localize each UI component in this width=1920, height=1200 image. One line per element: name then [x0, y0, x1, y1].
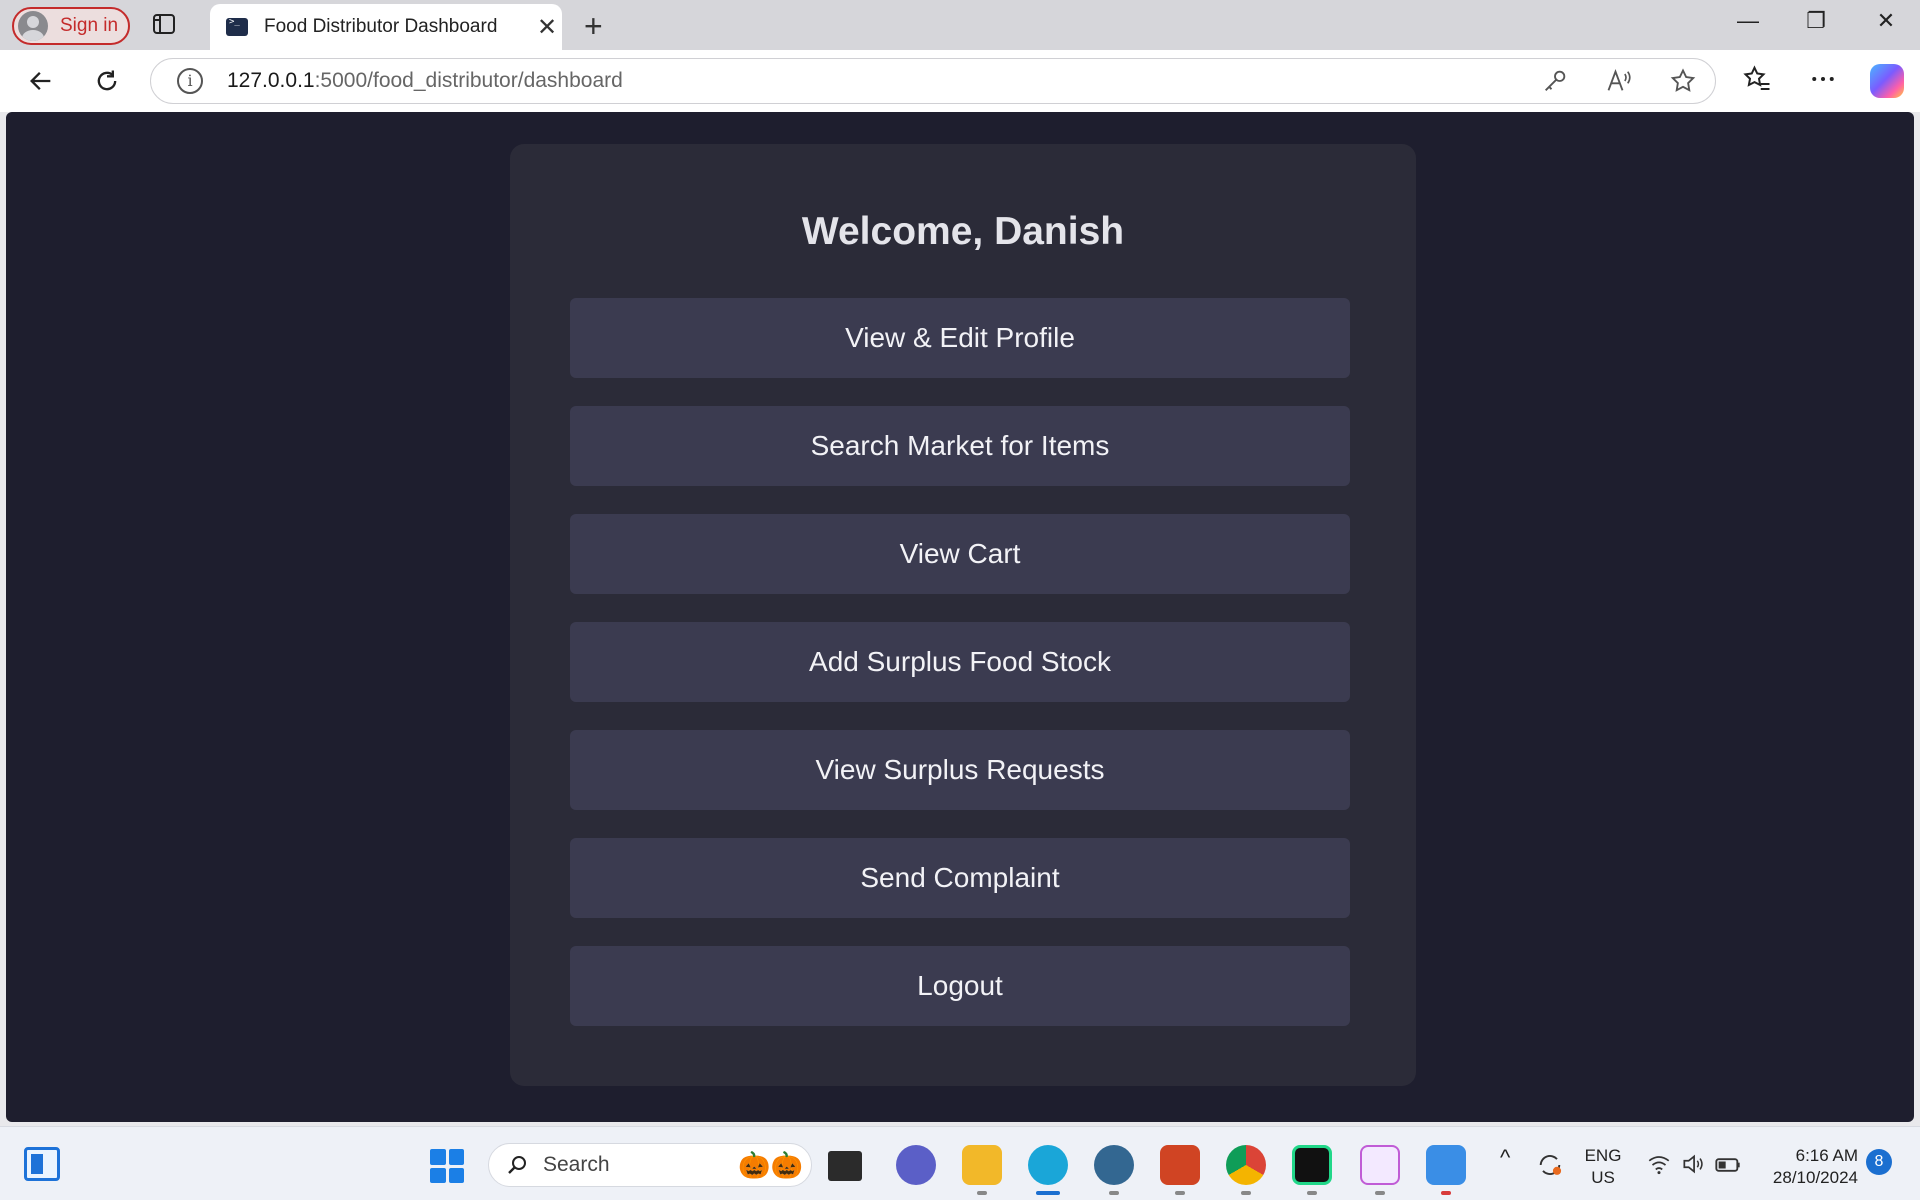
url-path: :5000/food_distributor/dashboard [314, 69, 623, 92]
copilot-icon[interactable] [1870, 64, 1904, 98]
close-window-icon[interactable]: ✕ [1866, 8, 1906, 34]
chrome-icon[interactable] [1226, 1145, 1266, 1185]
view-edit-profile-button[interactable]: View & Edit Profile [570, 298, 1350, 378]
browser-toolbar: i 127.0.0.1:5000/food_distributor/dashbo… [0, 50, 1920, 112]
close-tab-icon[interactable]: ✕ [532, 13, 562, 42]
show-hidden-icons-chevron-icon[interactable]: ^ [1500, 1147, 1510, 1169]
edge-active-indicator [1036, 1191, 1060, 1195]
restore-window-icon[interactable]: ❐ [1796, 8, 1836, 34]
add-surplus-food-stock-button[interactable]: Add Surplus Food Stock [570, 622, 1350, 702]
favorite-star-icon[interactable] [1669, 67, 1697, 100]
taskbar-search-box[interactable]: Search 🎃🎃 [488, 1143, 812, 1187]
edge-browser-icon[interactable] [1028, 1145, 1068, 1185]
chrome-running-indicator [1241, 1191, 1251, 1195]
page-viewport: Welcome, Danish View & Edit Profile Sear… [6, 112, 1914, 1122]
widgets-icon[interactable] [24, 1147, 60, 1181]
more-options-icon[interactable] [1808, 64, 1842, 98]
clock-date: 28/10/2024 [1772, 1168, 1858, 1187]
browser-tab-strip: Sign in Food Distributor Dashboard ✕ + —… [0, 0, 1920, 50]
read-aloud-icon[interactable] [1605, 67, 1633, 100]
volume-icon[interactable] [1680, 1151, 1708, 1179]
view-cart-button[interactable]: View Cart [570, 514, 1350, 594]
favorites-icon[interactable] [1742, 64, 1776, 98]
url-host: 127.0.0.1 [227, 69, 315, 92]
view-surplus-requests-button[interactable]: View Surplus Requests [570, 730, 1350, 810]
pumpkins-icon: 🎃🎃 [738, 1150, 803, 1180]
search-market-button[interactable]: Search Market for Items [570, 406, 1350, 486]
back-icon[interactable] [24, 64, 58, 98]
terminal-favicon-icon [226, 17, 248, 36]
welcome-heading: Welcome, Danish [801, 210, 1125, 253]
password-key-icon[interactable] [1541, 67, 1569, 100]
region-code: US [1591, 1168, 1615, 1187]
pycharm-running-indicator [1307, 1191, 1317, 1195]
site-info-icon[interactable]: i [177, 68, 203, 94]
clock[interactable]: 6:16 AM 28/10/2024 [1756, 1145, 1858, 1189]
dashboard-card: Welcome, Danish View & Edit Profile Sear… [510, 144, 1416, 1086]
taskbar-search-label: Search [543, 1153, 610, 1176]
send-complaint-button[interactable]: Send Complaint [570, 838, 1350, 918]
taskbar: Search 🎃🎃 ^ ENG US 6:16 AM 28/10/2024 8 [0, 1126, 1920, 1200]
sync-icon[interactable] [1536, 1151, 1564, 1179]
photos-icon[interactable] [1426, 1145, 1466, 1185]
pycharm-icon[interactable] [1292, 1145, 1332, 1185]
search-icon [508, 1156, 526, 1174]
profile-sign-in-button[interactable]: Sign in [12, 7, 130, 45]
new-tab-icon[interactable]: + [584, 8, 603, 45]
snipping-tool-icon[interactable] [1360, 1145, 1400, 1185]
task-view-icon[interactable] [828, 1151, 862, 1181]
language-code: ENG [1584, 1146, 1622, 1165]
powerpoint-running-indicator [1175, 1191, 1185, 1195]
refresh-icon[interactable] [90, 64, 124, 98]
address-bar[interactable]: i 127.0.0.1:5000/food_distributor/dashbo… [150, 58, 1716, 104]
pgadmin-running-indicator [1109, 1191, 1119, 1195]
logout-button[interactable]: Logout [570, 946, 1350, 1026]
sign-in-label: Sign in [60, 15, 119, 36]
pgadmin-icon[interactable] [1094, 1145, 1134, 1185]
file-explorer-icon[interactable] [962, 1145, 1002, 1185]
notification-badge[interactable]: 8 [1866, 1149, 1892, 1175]
start-menu-icon[interactable] [430, 1149, 464, 1183]
profile-avatar-icon [18, 11, 48, 41]
tab-title: Food Distributor Dashboard [264, 16, 498, 37]
snipping-tool-running-indicator [1375, 1191, 1385, 1195]
clock-time: 6:16 AM [1795, 1146, 1858, 1165]
language-indicator[interactable]: ENG US [1580, 1145, 1626, 1189]
tab-actions-icon[interactable] [152, 12, 178, 36]
teams-chat-icon[interactable] [896, 1145, 936, 1185]
powerpoint-icon[interactable] [1160, 1145, 1200, 1185]
minimize-window-icon[interactable]: — [1728, 8, 1768, 34]
active-tab[interactable]: Food Distributor Dashboard ✕ [210, 4, 562, 50]
battery-icon[interactable] [1714, 1151, 1742, 1179]
wifi-icon[interactable] [1646, 1151, 1674, 1179]
photos-running-indicator [1441, 1191, 1451, 1195]
file-explorer-running-indicator [977, 1191, 987, 1195]
